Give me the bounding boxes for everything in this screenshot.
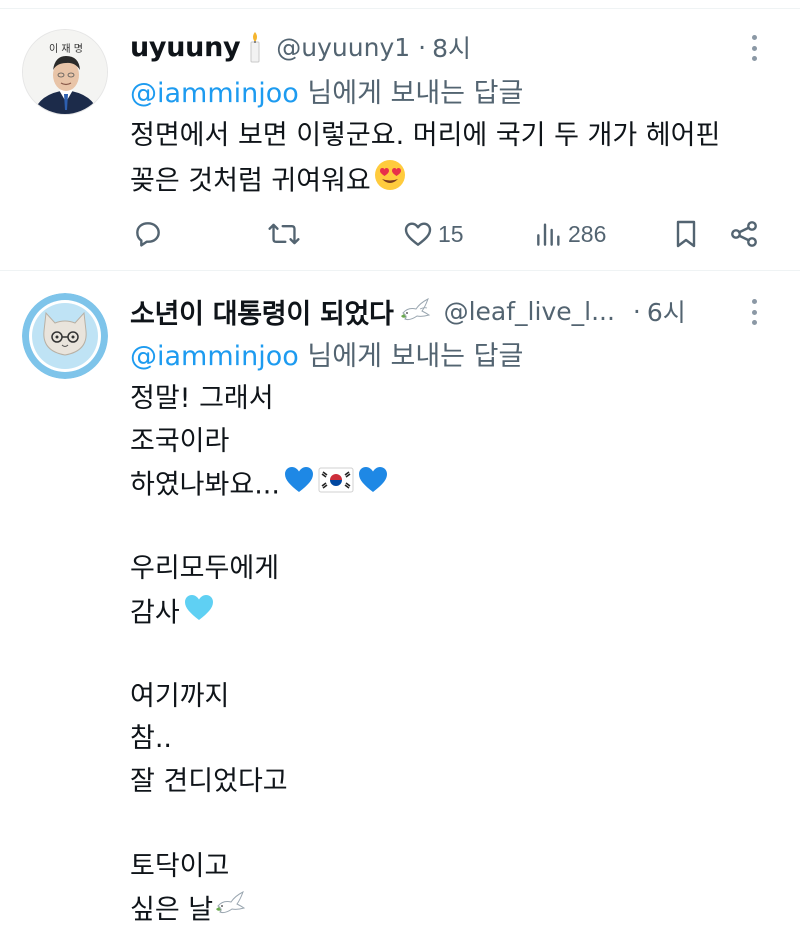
timestamp[interactable]: 6시 — [647, 293, 686, 329]
heart-eyes-emoji-icon — [373, 158, 407, 206]
reply-button[interactable] — [132, 214, 164, 254]
views-icon — [537, 223, 560, 246]
handle[interactable]: @leaf_live_l... — [444, 297, 615, 326]
views-button[interactable]: 286 — [534, 214, 606, 254]
tweet-header: uyuuny @uyuuny1 · 8시 — [130, 27, 776, 67]
text-line-with-emoji: 싶은 날 — [130, 888, 776, 931]
like-count: 15 — [438, 220, 464, 247]
reply-suffix: 님에게 보내는 답글 — [298, 341, 524, 372]
separator-dot: · — [418, 32, 427, 62]
avatar[interactable] — [22, 293, 108, 379]
light-blue-heart-emoji-icon — [182, 591, 216, 637]
text-line: 정말! 그래서 — [130, 383, 274, 414]
display-name[interactable]: 소년이 대통령이 되었다 — [130, 292, 394, 331]
handle[interactable]: @uyuuny1 — [276, 33, 410, 62]
bookmark-button[interactable] — [671, 214, 701, 254]
blue-heart-emoji-icon — [282, 463, 316, 509]
bookmark-icon — [676, 220, 696, 248]
timestamp[interactable]: 8시 — [432, 29, 471, 65]
reply-tweet-1[interactable]: 이 재 명 uyuuny @uyuuny1 · 8시 @iamminjoo 님에… — [0, 9, 800, 270]
text-line: 토닥이고 — [130, 850, 230, 882]
reply-icon — [136, 222, 160, 247]
candle-icon — [246, 30, 264, 64]
avatar[interactable]: 이 재 명 — [22, 29, 108, 115]
more-options-icon[interactable] — [740, 297, 768, 327]
action-bar: 15 286 — [130, 214, 776, 254]
text-line: 싶은 날 — [130, 894, 214, 926]
repost-icon — [268, 223, 300, 245]
text-line: 우리모두에게 — [130, 553, 280, 584]
avatar-image — [22, 293, 108, 379]
reply-suffix: 님에게 보내는 답글 — [298, 78, 524, 109]
text-line: 잘 견디었다고 — [130, 765, 288, 797]
text-line: 하였나봐요... — [130, 469, 280, 501]
share-button[interactable] — [728, 214, 760, 254]
more-options-icon[interactable] — [740, 33, 768, 63]
text-line-with-emoji: 감사 — [130, 591, 776, 634]
avatar-image: 이 재 명 — [23, 30, 107, 114]
mention-link[interactable]: @iamminjoo — [130, 78, 299, 109]
reply-context: @iamminjoo 님에게 보내는 답글 — [130, 334, 523, 373]
south-korea-flag-icon — [318, 465, 354, 508]
share-icon — [731, 221, 757, 247]
heart-icon — [404, 222, 432, 246]
tweet-text: 정면에서 보면 이렇군요. 머리에 국기 두 개가 헤어핀 꽂은 것처럼 귀여워… — [130, 115, 776, 200]
avatar-sign-text: 이 재 명 — [49, 43, 83, 55]
tweet-header: 소년이 대통령이 되었다 @leaf_live_l... · 6시 — [130, 291, 776, 331]
reply-context: @iamminjoo 님에게 보내는 답글 — [130, 71, 523, 110]
text-line: 참.. — [130, 723, 173, 754]
reply-tweet-2[interactable]: 소년이 대통령이 되었다 @leaf_live_l... · 6시 @iammi… — [0, 271, 800, 931]
text-line-with-emoji: 하였나봐요... — [130, 463, 776, 506]
view-count: 286 — [568, 220, 607, 247]
dove-emoji-icon — [215, 888, 247, 931]
dove-icon — [400, 295, 432, 327]
mention-link[interactable]: @iamminjoo — [130, 341, 299, 372]
text-line: 조국이라 — [130, 425, 230, 457]
separator-dot: · — [632, 296, 641, 326]
tweet-text: 정말! 그래서 조국이라 하였나봐요... 우리모두에게 감사 여기까지 참..… — [130, 378, 776, 931]
blue-heart-emoji-icon — [356, 463, 390, 509]
text-line: 여기까지 — [130, 680, 230, 712]
text-line: 정면에서 보면 이렇군요. 머리에 국기 두 개가 헤어핀 — [130, 120, 721, 151]
like-button[interactable]: 15 — [402, 214, 464, 254]
display-name[interactable]: uyuuny — [130, 32, 241, 63]
text-line: 감사 — [130, 596, 180, 628]
repost-button[interactable] — [267, 214, 301, 254]
text-line-with-emoji: 꽂은 것처럼 귀여워요 — [130, 158, 776, 201]
text-line: 꽂은 것처럼 귀여워요 — [130, 164, 371, 196]
